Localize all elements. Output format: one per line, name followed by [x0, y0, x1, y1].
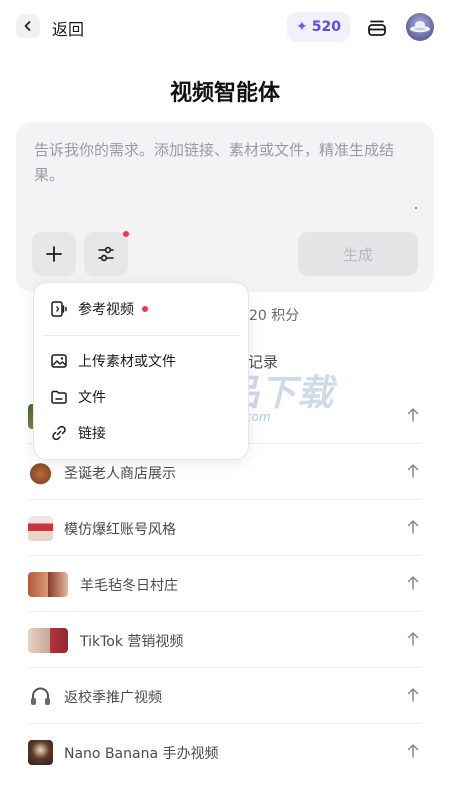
menu-item-reference-video[interactable]: 参考视频 [50, 298, 148, 320]
credits-badge[interactable]: ✦ 520 [287, 12, 350, 42]
folder-icon [50, 388, 68, 406]
reference-video-icon [50, 300, 68, 318]
page-title: 视频智能体 [169, 81, 280, 106]
history-item[interactable]: TikTok 营销视频 [28, 612, 422, 668]
attachment-menu: 参考视频 上传素材或文件 文件 链接 [33, 282, 249, 460]
plus-icon [46, 246, 62, 262]
menu-item-label: 链接 [78, 426, 106, 442]
resize-dot [415, 207, 417, 209]
history-item-label: TikTok 营销视频 [80, 634, 184, 650]
avatar[interactable] [406, 13, 434, 41]
headphones-thumb [31, 687, 50, 705]
history-item[interactable]: Nano Banana 手办视频 [28, 724, 422, 780]
back-button[interactable] [16, 14, 40, 38]
tiktok-thumb [28, 628, 68, 653]
menu-item-link[interactable]: 链接 [50, 422, 106, 444]
ufo-avatar-icon [410, 21, 430, 33]
menu-item-file[interactable]: 文件 [50, 386, 106, 408]
history-item-label: 圣诞老人商店展示 [64, 466, 176, 482]
social-post-thumb [28, 516, 53, 541]
image-icon [50, 352, 68, 370]
arrow-up-icon[interactable] [406, 519, 420, 535]
history-stack-icon[interactable] [366, 17, 388, 39]
chevron-left-icon [24, 21, 31, 31]
add-attachment-button[interactable] [32, 232, 76, 276]
cost-note: 20 积分 [249, 308, 300, 324]
teddy-bear-thumb [28, 460, 53, 485]
history-item[interactable]: 返校季推广视频 [28, 668, 422, 724]
history-item[interactable]: 羊毛毡冬日村庄 [28, 556, 422, 612]
sparkle-icon: ✦ [296, 19, 308, 35]
history-item-label: 返校季推广视频 [64, 690, 162, 706]
arrow-up-icon[interactable] [406, 575, 420, 591]
menu-item-label: 参考视频 [78, 302, 134, 318]
new-badge-dot [142, 306, 148, 312]
credits-value: 520 [311, 19, 341, 35]
felt-village-thumb [28, 572, 68, 597]
history-item-label: 模仿爆红账号风格 [64, 522, 176, 538]
figure-thumb [28, 740, 53, 765]
history-item-label: Nano Banana 手办视频 [64, 746, 219, 762]
menu-item-upload[interactable]: 上传素材或文件 [50, 350, 176, 372]
prompt-card: 告诉我你的需求。添加链接、素材或文件，精准生成结果。 生成 [16, 122, 434, 292]
settings-button[interactable] [84, 232, 128, 276]
arrow-up-icon[interactable] [406, 631, 420, 647]
history-item[interactable]: 模仿爆红账号风格 [28, 500, 422, 556]
prompt-input[interactable]: 告诉我你的需求。添加链接、素材或文件，精准生成结果。 [34, 138, 414, 188]
back-label[interactable]: 返回 [52, 16, 84, 40]
generate-button[interactable]: 生成 [298, 232, 418, 276]
menu-item-label: 上传素材或文件 [78, 354, 176, 370]
link-icon [50, 424, 68, 442]
notification-dot [123, 231, 129, 237]
arrow-up-icon[interactable] [406, 743, 420, 759]
arrow-up-icon[interactable] [406, 407, 420, 423]
arrow-up-icon[interactable] [406, 463, 420, 479]
sliders-icon [98, 246, 114, 262]
menu-divider [42, 335, 240, 336]
arrow-up-icon[interactable] [406, 687, 420, 703]
menu-item-label: 文件 [78, 390, 106, 406]
history-item-label: 羊毛毡冬日村庄 [80, 578, 178, 594]
top-bar: 返回 ✦ 520 [0, 0, 450, 56]
